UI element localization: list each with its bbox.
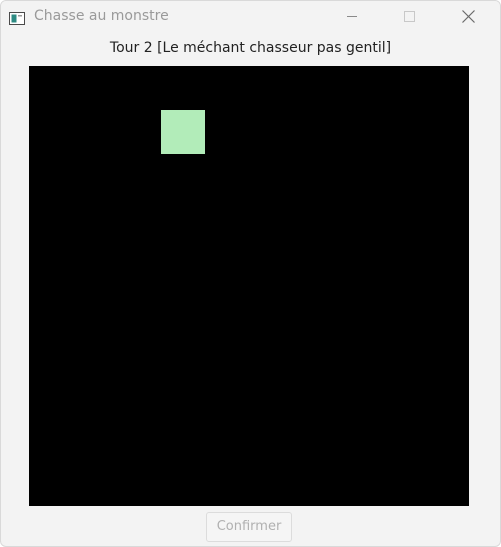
app-window: Chasse au monstre Tour 2 [Le méchant cha… <box>0 0 501 547</box>
maximize-button[interactable] <box>386 1 432 33</box>
app-icon <box>9 10 25 25</box>
board-cell-revealed[interactable] <box>161 110 205 154</box>
close-icon <box>462 10 475 23</box>
minimize-icon <box>347 16 357 17</box>
game-board[interactable] <box>29 66 469 506</box>
maximize-icon <box>404 11 415 22</box>
confirm-button[interactable]: Confirmer <box>206 512 292 542</box>
title-bar[interactable]: Chasse au monstre <box>1 1 500 33</box>
window-title: Chasse au monstre <box>34 8 169 24</box>
turn-label: Tour 2 [Le méchant chasseur pas gentil] <box>109 40 392 56</box>
minimize-button[interactable] <box>329 1 375 33</box>
close-button[interactable] <box>445 1 491 33</box>
